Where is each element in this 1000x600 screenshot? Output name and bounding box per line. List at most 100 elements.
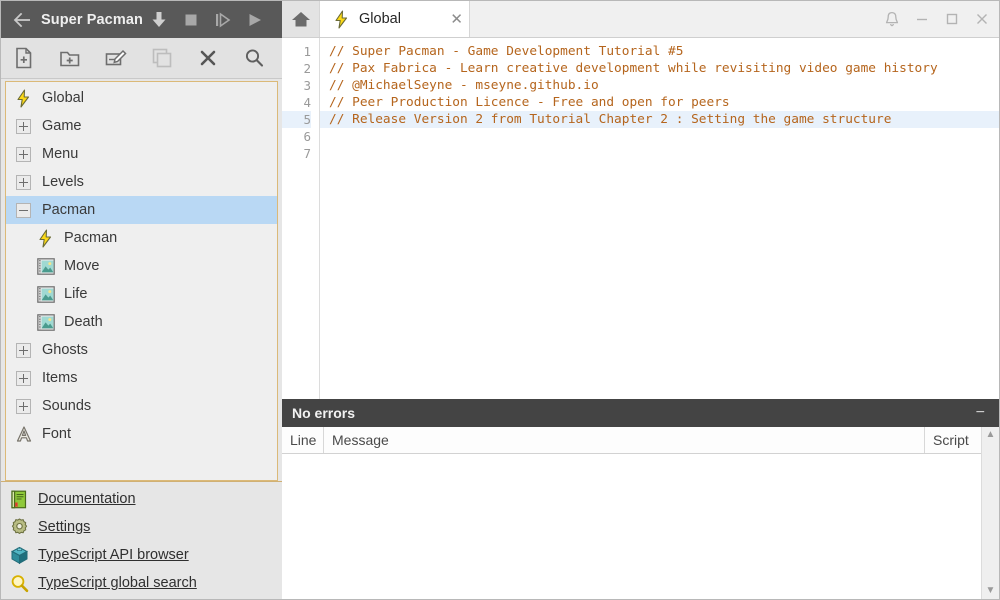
sidebar-link-typescript-api-browser[interactable]: TypeScript API browser	[1, 541, 282, 569]
step-icon[interactable]	[208, 6, 238, 34]
expand-icon[interactable]	[14, 397, 33, 416]
code-line[interactable]: // Super Pacman - Game Development Tutor…	[320, 43, 999, 60]
errors-column-headers: Line Message Script	[282, 427, 981, 454]
new-folder-button[interactable]	[47, 38, 93, 78]
cube-icon	[9, 545, 29, 565]
tree-item-label: Items	[42, 370, 78, 386]
delete-button[interactable]	[185, 38, 231, 78]
expander-box[interactable]	[16, 146, 31, 162]
scroll-down-icon[interactable]: ▼	[986, 586, 996, 596]
code-editor[interactable]: 1 2 3 456 7 // Super Pacman - Game Developme…	[282, 38, 999, 399]
line-number: 3	[303, 78, 311, 93]
tree-item-global-0[interactable]: Global	[6, 84, 277, 112]
magnifier-icon	[9, 573, 29, 593]
tree-item-label: Move	[64, 258, 100, 274]
tree-item-game-1[interactable]: Game	[6, 112, 277, 140]
expand-icon[interactable]	[14, 145, 33, 164]
editor-pane: Global ✕ 1 2 3 4 5 6 7 // Super Pacman -…	[282, 1, 999, 599]
tree-item-pacman-4[interactable]: Pacman	[6, 196, 277, 224]
errors-header: No errors −	[282, 399, 999, 427]
code-line[interactable]	[320, 145, 999, 162]
duplicate-button[interactable]	[139, 38, 185, 78]
errors-scrollbar[interactable]: ▲ ▼	[981, 427, 999, 599]
tree-item-ghosts-9[interactable]: Ghosts	[6, 336, 277, 364]
expander-box[interactable]	[16, 370, 31, 386]
code-line[interactable]	[320, 128, 999, 145]
tree-item-label: Levels	[42, 174, 84, 190]
scroll-up-icon[interactable]: ▲	[986, 430, 996, 440]
column-header-line[interactable]: Line	[282, 427, 324, 453]
close-icon[interactable]	[967, 0, 997, 37]
expand-icon[interactable]	[14, 369, 33, 388]
lightning-icon	[14, 88, 33, 108]
lightning-icon	[36, 228, 55, 248]
bell-icon[interactable]	[877, 0, 907, 37]
tree-item-life-7[interactable]: Life	[6, 280, 277, 308]
collapse-icon[interactable]	[14, 201, 33, 220]
sidebar-link-typescript-global-search[interactable]: TypeScript global search	[1, 569, 282, 597]
expander-box[interactable]	[16, 202, 31, 218]
tree-item-move-6[interactable]: Move	[6, 252, 277, 280]
tree-item-menu-2[interactable]: Menu	[6, 140, 277, 168]
project-tree-list: Global Game Menu Levels Pacman Pacman Move Life…	[6, 82, 277, 448]
tree-item-label: Font	[42, 426, 72, 442]
application-window: Super Pacman Global Game Menu Levels Pac…	[0, 0, 1000, 600]
expander-box[interactable]	[16, 398, 31, 414]
expand-icon[interactable]	[14, 173, 33, 192]
tree-item-levels-3[interactable]: Levels	[6, 168, 277, 196]
line-number: 4	[303, 95, 311, 110]
code-line[interactable]: // Peer Production Licence - Free and op…	[320, 94, 999, 111]
sidebar-link-label: TypeScript API browser	[38, 547, 189, 563]
rename-button[interactable]	[93, 38, 139, 78]
tree-item-death-8[interactable]: Death	[6, 308, 277, 336]
tab-label: Global	[359, 11, 401, 27]
sidebar-link-settings[interactable]: Settings	[1, 513, 282, 541]
expander-box[interactable]	[16, 174, 31, 190]
minimize-icon[interactable]	[907, 0, 937, 37]
project-titlebar: Super Pacman	[1, 1, 282, 38]
search-button[interactable]	[231, 38, 277, 78]
code-line[interactable]: // Release Version 2 from Tutorial Chapt…	[320, 111, 999, 128]
errors-body: Line Message Script ▲ ▼	[282, 427, 999, 599]
stop-icon[interactable]	[176, 6, 206, 34]
project-sidebar: Super Pacman Global Game Menu Levels Pac…	[1, 1, 282, 599]
tree-item-items-10[interactable]: Items	[6, 364, 277, 392]
tree-item-sounds-11[interactable]: Sounds	[6, 392, 277, 420]
code-line[interactable]: // @MichaelSeyne - mseyne.github.io	[320, 77, 999, 94]
line-number: 2	[303, 61, 311, 76]
expand-icon[interactable]	[14, 117, 33, 136]
sidebar-link-documentation[interactable]: Documentation	[1, 485, 282, 513]
download-icon[interactable]	[144, 6, 174, 34]
tree-item-label: Pacman	[42, 202, 96, 218]
code-content[interactable]: // Super Pacman - Game Development Tutor…	[320, 38, 999, 399]
column-header-message[interactable]: Message	[324, 427, 925, 453]
sprite-icon	[36, 313, 55, 332]
tree-item-label: Death	[64, 314, 103, 330]
sprite-icon	[36, 257, 55, 276]
maximize-icon[interactable]	[937, 0, 967, 37]
expand-icon[interactable]	[14, 341, 33, 360]
tree-item-pacman-5[interactable]: Pacman	[6, 224, 277, 252]
new-file-button[interactable]	[1, 38, 47, 78]
play-icon[interactable]	[240, 6, 270, 34]
tab-global[interactable]: Global ✕	[320, 1, 470, 37]
back-arrow-icon[interactable]	[9, 7, 35, 33]
minimize-icon[interactable]: −	[972, 405, 989, 421]
font-icon	[14, 425, 33, 444]
tree-item-label: Global	[42, 90, 84, 106]
tree-item-font-12[interactable]: Font	[6, 420, 277, 448]
expander-box[interactable]	[16, 118, 31, 134]
expander-box[interactable]	[16, 342, 31, 358]
errors-table: Line Message Script	[282, 427, 981, 599]
column-header-script[interactable]: Script	[925, 427, 981, 453]
home-icon[interactable]	[282, 1, 320, 37]
tree-item-label: Ghosts	[42, 342, 88, 358]
errors-row-list	[282, 454, 981, 599]
run-controls	[144, 6, 274, 34]
close-icon[interactable]: ✕	[428, 12, 463, 27]
book-icon	[9, 489, 29, 509]
sidebar-link-label: Settings	[38, 519, 91, 535]
code-line[interactable]: // Pax Fabrica - Learn creative developm…	[320, 60, 999, 77]
sprite-icon	[36, 285, 55, 304]
line-number: 6	[303, 129, 311, 144]
